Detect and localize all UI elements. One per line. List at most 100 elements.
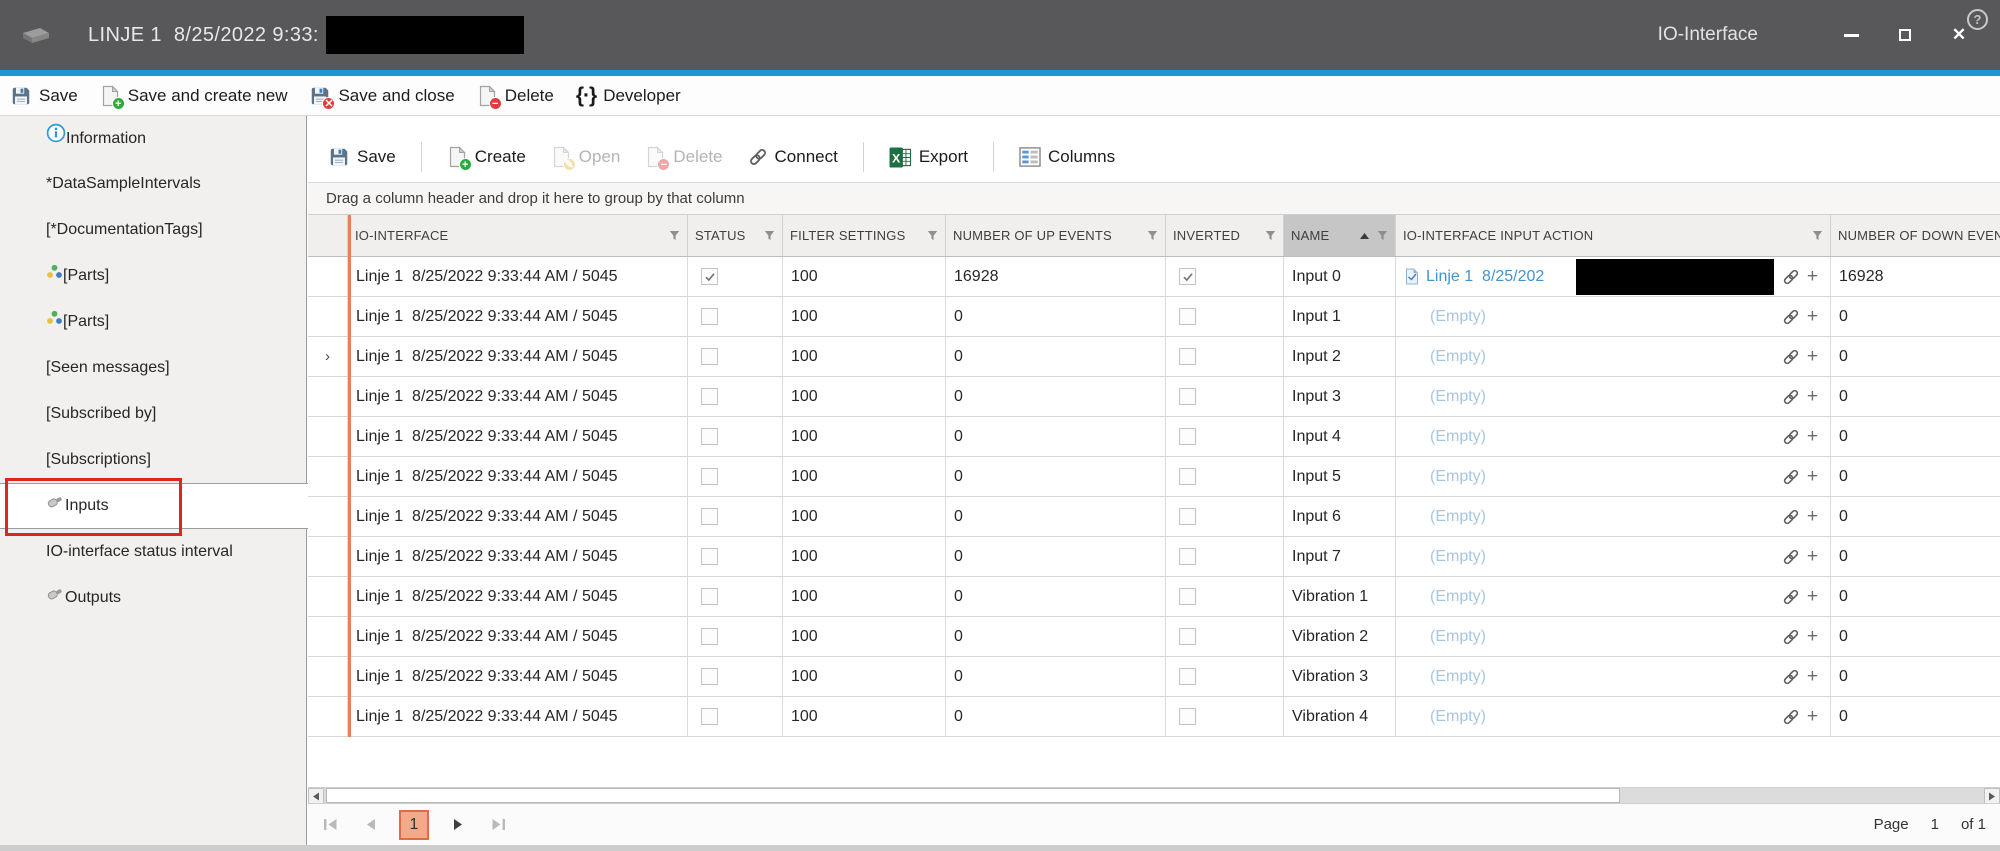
current-page-button[interactable]: 1 (399, 810, 429, 840)
scroll-left-button[interactable] (308, 788, 324, 804)
add-action-icon[interactable]: + (1807, 547, 1818, 566)
link-action-icon[interactable] (1782, 308, 1800, 326)
filter-icon[interactable] (764, 230, 775, 241)
grid-row[interactable]: Linje 1 8/25/2022 9:33:44 AM / 50451000V… (308, 657, 2000, 697)
grid-row[interactable]: Linje 1 8/25/2022 9:33:44 AM / 50451000I… (308, 417, 2000, 457)
link-action-icon[interactable] (1782, 588, 1800, 606)
link-action-icon[interactable] (1782, 268, 1800, 286)
action-empty-link[interactable]: (Empty) (1430, 468, 1486, 486)
column-header-io-interface[interactable]: IO-INTERFACE (348, 215, 688, 256)
inverted-checkbox[interactable] (1179, 548, 1196, 565)
column-header-action[interactable]: IO-INTERFACE INPUT ACTION (1396, 215, 1831, 256)
action-empty-link[interactable]: (Empty) (1430, 548, 1486, 566)
action-empty-link[interactable]: (Empty) (1430, 708, 1486, 726)
filter-icon[interactable] (1265, 230, 1276, 241)
grid-row[interactable]: Linje 1 8/25/2022 9:33:44 AM / 50451000V… (308, 577, 2000, 617)
status-checkbox[interactable] (701, 548, 718, 565)
inverted-checkbox[interactable] (1179, 308, 1196, 325)
sidebar-item-documentationtags[interactable]: [*DocumentationTags] (0, 215, 306, 245)
column-header-down-events[interactable]: NUMBER OF DOWN EVENTS (1831, 215, 2000, 256)
status-checkbox[interactable] (701, 668, 718, 685)
toolbar-delete-button[interactable]: −Delete (477, 85, 554, 107)
help-icon[interactable]: ? (1967, 9, 1988, 30)
status-checkbox[interactable] (701, 628, 718, 645)
grid-toolbar-export-button[interactable]: XExport (889, 147, 968, 168)
action-empty-link[interactable]: (Empty) (1430, 588, 1486, 606)
add-action-icon[interactable]: + (1807, 387, 1818, 406)
sidebar-item-parts[interactable]: [Parts] (0, 261, 306, 291)
group-by-bar[interactable]: Drag a column header and drop it here to… (308, 183, 2000, 215)
inverted-checkbox[interactable] (1179, 668, 1196, 685)
link-action-icon[interactable] (1782, 668, 1800, 686)
sidebar-item-seen-messages[interactable]: [Seen messages] (0, 353, 306, 383)
action-empty-link[interactable]: (Empty) (1430, 308, 1486, 326)
next-page-button[interactable] (447, 818, 469, 831)
toolbar-save-and-create-new-button[interactable]: +Save and create new (100, 85, 288, 107)
add-action-icon[interactable]: + (1807, 307, 1818, 326)
column-header-inverted[interactable]: INVERTED (1166, 215, 1284, 256)
column-header-name[interactable]: NAME (1284, 215, 1396, 256)
add-action-icon[interactable]: + (1807, 267, 1818, 286)
inverted-checkbox[interactable] (1179, 388, 1196, 405)
add-action-icon[interactable]: + (1807, 347, 1818, 366)
sidebar-item-io-interface-status-interval[interactable]: IO-interface status interval (0, 537, 306, 567)
link-action-icon[interactable] (1782, 508, 1800, 526)
add-action-icon[interactable]: + (1807, 707, 1818, 726)
link-action-icon[interactable] (1782, 348, 1800, 366)
sidebar-item-subscriptions[interactable]: [Subscriptions] (0, 445, 306, 475)
status-checkbox[interactable] (701, 508, 718, 525)
grid-row[interactable]: Linje 1 8/25/2022 9:33:44 AM / 504510016… (308, 257, 2000, 297)
action-empty-link[interactable]: (Empty) (1430, 388, 1486, 406)
status-checkbox[interactable] (701, 588, 718, 605)
action-empty-link[interactable]: (Empty) (1430, 628, 1486, 646)
status-checkbox[interactable] (701, 708, 718, 725)
inverted-checkbox[interactable] (1179, 588, 1196, 605)
column-header-filter-settings[interactable]: FILTER SETTINGS (783, 215, 946, 256)
column-header-status[interactable]: STATUS (688, 215, 783, 256)
link-action-icon[interactable] (1782, 428, 1800, 446)
toolbar-save-button[interactable]: Save (10, 85, 78, 107)
link-action-icon[interactable] (1782, 708, 1800, 726)
add-action-icon[interactable]: + (1807, 507, 1818, 526)
sidebar-item-information[interactable]: Information (0, 123, 306, 153)
horizontal-scrollbar[interactable] (308, 787, 2000, 803)
scroll-right-button[interactable] (1984, 788, 2000, 804)
grid-row[interactable]: Linje 1 8/25/2022 9:33:44 AM / 50451000I… (308, 377, 2000, 417)
grid-row[interactable]: Linje 1 8/25/2022 9:33:44 AM / 50451000V… (308, 617, 2000, 657)
previous-page-button[interactable] (359, 818, 381, 831)
filter-icon[interactable] (1147, 230, 1158, 241)
inverted-checkbox[interactable] (1179, 268, 1196, 285)
action-empty-link[interactable]: (Empty) (1430, 348, 1486, 366)
status-checkbox[interactable] (701, 308, 718, 325)
action-empty-link[interactable]: (Empty) (1430, 428, 1486, 446)
action-empty-link[interactable]: (Empty) (1430, 508, 1486, 526)
maximize-button[interactable] (1878, 0, 1932, 70)
filter-icon[interactable] (927, 230, 938, 241)
grid-row[interactable]: Linje 1 8/25/2022 9:33:44 AM / 50451000V… (308, 697, 2000, 737)
link-action-icon[interactable] (1782, 628, 1800, 646)
link-action-icon[interactable] (1782, 548, 1800, 566)
sidebar-item-parts[interactable]: [Parts] (0, 307, 306, 337)
add-action-icon[interactable]: + (1807, 627, 1818, 646)
add-action-icon[interactable]: + (1807, 467, 1818, 486)
inverted-checkbox[interactable] (1179, 708, 1196, 725)
grid-row[interactable]: Linje 1 8/25/2022 9:33:44 AM / 50451000I… (308, 297, 2000, 337)
minimize-button[interactable] (1824, 0, 1878, 70)
last-page-button[interactable] (487, 818, 509, 831)
grid-row[interactable]: ›Linje 1 8/25/2022 9:33:44 AM / 50451000… (308, 337, 2000, 377)
status-checkbox[interactable] (701, 468, 718, 485)
add-action-icon[interactable]: + (1807, 427, 1818, 446)
action-link[interactable]: Linje 1 8/25/202 (1426, 268, 1544, 286)
inverted-checkbox[interactable] (1179, 508, 1196, 525)
inverted-checkbox[interactable] (1179, 348, 1196, 365)
first-page-button[interactable] (319, 818, 341, 831)
inverted-checkbox[interactable] (1179, 428, 1196, 445)
grid-toolbar-columns-button[interactable]: Columns (1019, 147, 1115, 167)
status-checkbox[interactable] (701, 428, 718, 445)
filter-icon[interactable] (1812, 230, 1823, 241)
status-checkbox[interactable] (701, 348, 718, 365)
inverted-checkbox[interactable] (1179, 468, 1196, 485)
column-header-up-events[interactable]: NUMBER OF UP EVENTS (946, 215, 1166, 256)
filter-icon[interactable] (1377, 230, 1388, 241)
sidebar-item-datasampleintervals[interactable]: *DataSampleIntervals (0, 169, 306, 199)
